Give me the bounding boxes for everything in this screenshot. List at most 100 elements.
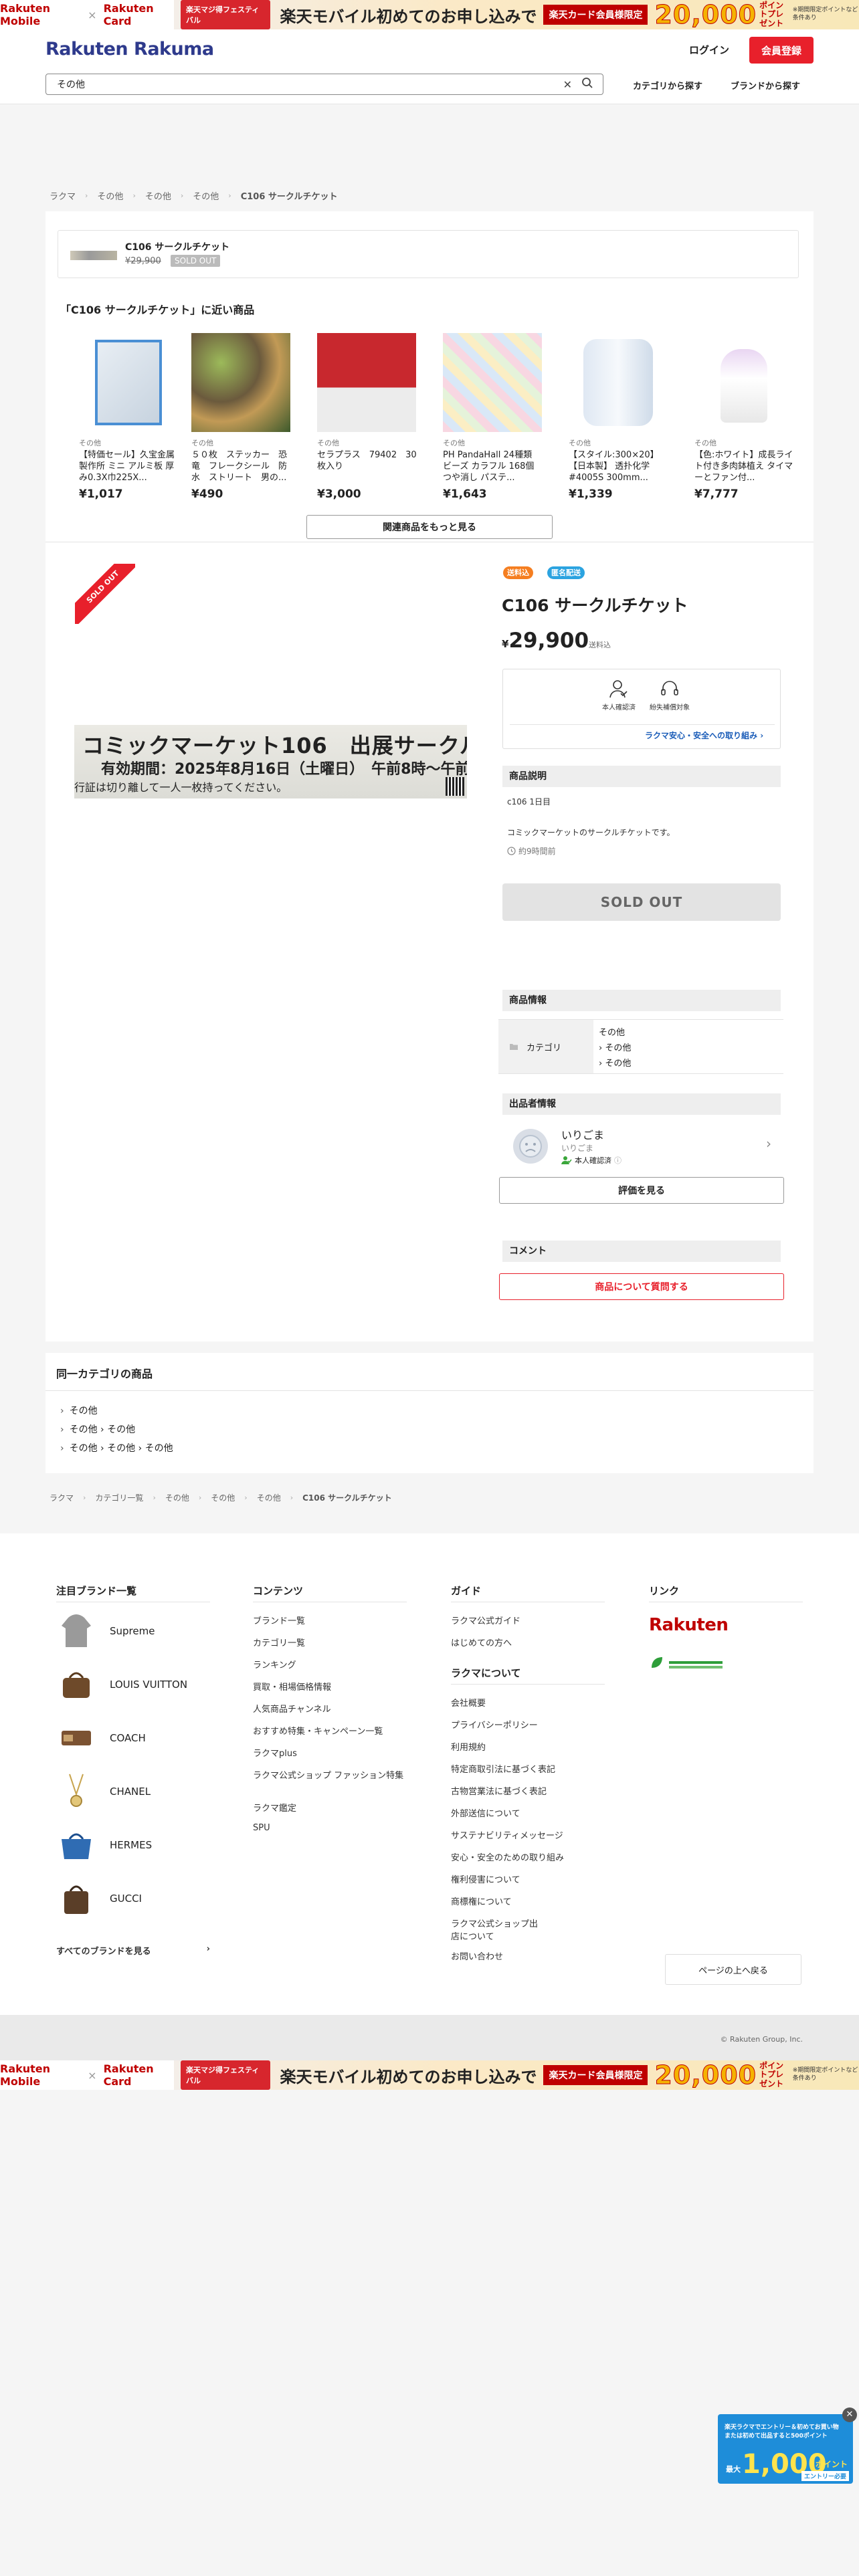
search-icon[interactable]: [581, 77, 593, 92]
description-heading: 商品説明: [502, 766, 781, 787]
crumb-item[interactable]: その他: [97, 189, 123, 202]
brand-link-hermes[interactable]: HERMES: [56, 1825, 152, 1865]
brand-name: LOUIS VUITTON: [110, 1679, 188, 1691]
footer-link[interactable]: おすすめ特集・キャンペーン一覧: [253, 1724, 383, 1737]
related-item[interactable]: その他 【色:ホワイト】成長ライト付き多肉鉢植え タイマーとファン付... ¥7…: [694, 333, 795, 501]
related-item[interactable]: その他 【スタイル:300×20】【日本製】 透扑化学 #4005S 300mm…: [569, 333, 669, 501]
qr-code-icon: [446, 777, 464, 796]
footer-link[interactable]: 安心・安全のための取り組み: [451, 1850, 564, 1863]
crumb-separator: ›: [290, 1493, 294, 1502]
nav-category[interactable]: カテゴリから探す: [633, 79, 702, 92]
same-category-link[interactable]: その他: [60, 1404, 173, 1417]
back-to-top-button[interactable]: ページの上へ戻る: [665, 1954, 801, 1985]
crumb-item[interactable]: その他: [165, 1492, 189, 1503]
clear-icon[interactable]: ✕: [563, 78, 572, 91]
avatar: [513, 1129, 548, 1164]
footer-link[interactable]: ラクマ公式ガイド: [451, 1614, 520, 1626]
brand-link-louis-vuitton[interactable]: LOUIS VUITTON: [56, 1665, 187, 1705]
related-item[interactable]: その他 セラプラス 79402 30枚入り ¥3,000: [317, 333, 417, 501]
info-icon[interactable]: ⓘ: [614, 1155, 622, 1166]
copyright-bar: © Rakuten Group, Inc.: [0, 2015, 859, 2060]
close-icon[interactable]: ✕: [842, 2407, 857, 2422]
mini-product-sold-badge: SOLD OUT: [171, 255, 221, 267]
footer-link[interactable]: はじめての方へ: [451, 1636, 512, 1648]
crumb-rakuma[interactable]: ラクマ: [50, 189, 76, 202]
search-input[interactable]: その他 ✕: [45, 74, 603, 95]
promo-points-unit: ポイントプレゼント: [759, 2061, 784, 2088]
footer-link[interactable]: プライバシーポリシー: [451, 1718, 538, 1731]
sold-out-button[interactable]: SOLD OUT: [502, 883, 781, 921]
crumb-category-list[interactable]: カテゴリ一覧: [95, 1492, 143, 1503]
same-category-link[interactable]: その他 › その他 › その他: [60, 1441, 173, 1455]
same-category-link[interactable]: その他 › その他: [60, 1422, 173, 1436]
crumb-item[interactable]: その他: [211, 1492, 235, 1503]
brand-link-coach[interactable]: COACH: [56, 1718, 146, 1758]
badge-anonymous-shipping: 匿名配送: [547, 566, 585, 579]
footer-links-title: リンク: [649, 1585, 680, 1597]
footer-link[interactable]: お問い合わせ: [451, 1949, 503, 1962]
more-related-button[interactable]: 関連商品をもっと見る: [306, 515, 553, 539]
footer-link[interactable]: 買取・相場価格情報: [253, 1680, 331, 1693]
rakuten-logo-link[interactable]: Rakuten: [649, 1615, 729, 1635]
floating-ad[interactable]: ✕ 楽天ラクマでエントリー＆初めてお買い物 または初めて出品すると500ポイント…: [718, 2407, 857, 2484]
id-verified-label: 本人確認済: [602, 704, 636, 712]
footer-link[interactable]: カテゴリ一覧: [253, 1636, 305, 1648]
brand-link-chanel[interactable]: CHANEL: [56, 1772, 151, 1812]
nav-brand[interactable]: ブランドから探す: [731, 79, 800, 92]
footer-link[interactable]: 特定商取引法に基づく表記: [451, 1762, 555, 1775]
related-item-image: [191, 333, 290, 432]
footer-link[interactable]: SPU: [253, 1823, 270, 1833]
footer-link[interactable]: 外部送信について: [451, 1806, 520, 1819]
safety-link[interactable]: ラクマ安心・安全への取り組み ›: [645, 730, 763, 741]
register-button[interactable]: 会員登録: [749, 37, 814, 64]
rakuma-logo[interactable]: Rakuten Rakuma: [45, 39, 214, 60]
brand-name: HERMES: [110, 1839, 153, 1851]
category-link[interactable]: › その他: [599, 1041, 631, 1056]
related-item[interactable]: その他 PH PandaHall 24種類 ビーズ カラフル 168個 つや消し…: [443, 333, 543, 501]
seller-card[interactable]: いりごま いりごま 本人確認済 ⓘ ›: [502, 1123, 781, 1170]
footer-link[interactable]: 商標権について: [451, 1895, 512, 1907]
footer-link[interactable]: ラクマ公式ショップ ファッション特集: [253, 1768, 413, 1781]
footer-link[interactable]: 会社概要: [451, 1696, 486, 1709]
promo-banner-top[interactable]: Rakuten Mobile × Rakuten Card 楽天マジ得フェスティ…: [0, 0, 859, 29]
crumb-item[interactable]: その他: [257, 1492, 281, 1503]
login-link[interactable]: ログイン: [689, 43, 729, 57]
clock-icon: [507, 847, 516, 855]
brand-link-gucci[interactable]: GUCCI: [56, 1879, 142, 1919]
sold-out-ribbon-text: SOLD OUT: [75, 564, 135, 624]
footer-link[interactable]: ランキング: [253, 1658, 296, 1671]
crumb-item[interactable]: その他: [193, 189, 219, 202]
promo-card-tag: 楽天カード会員様限定: [543, 5, 648, 25]
footer-link[interactable]: ブランド一覧: [253, 1614, 305, 1626]
brand-link-supreme[interactable]: Supreme: [56, 1611, 155, 1651]
category-link[interactable]: › その他: [599, 1056, 631, 1071]
breadcrumb-bottom: ラクマ › カテゴリ一覧 › その他 › その他 › その他 › C106 サークルチケッ…: [50, 1492, 392, 1503]
footer-link[interactable]: 権利侵害について: [451, 1872, 520, 1885]
footer-link[interactable]: サステナビリティメッセージ: [451, 1828, 563, 1841]
ask-question-button[interactable]: 商品について質問する: [499, 1273, 784, 1300]
footer-link[interactable]: ラクマplus: [253, 1746, 297, 1759]
footer-link[interactable]: 人気商品チャンネル: [253, 1702, 331, 1715]
mini-product-title: C106 サークルチケット: [125, 242, 229, 253]
related-item-category: その他: [191, 439, 213, 447]
promo-banner-bottom[interactable]: Rakuten Mobile × Rakuten Card 楽天マジ得フェスティ…: [0, 2060, 859, 2090]
related-item[interactable]: その他 【特価セール】久宝金属製作所 ミニ アルミ板 厚み0.3X巾225X..…: [79, 333, 179, 501]
category-link[interactable]: その他: [599, 1025, 631, 1041]
view-reviews-button[interactable]: 評価を見る: [499, 1177, 784, 1204]
seller-sub: いりごま: [561, 1144, 594, 1153]
mini-product-card[interactable]: C106 サークルチケット ¥29,900 SOLD OUT: [58, 230, 799, 278]
footer-link[interactable]: ラクマ鑑定: [253, 1801, 296, 1814]
crumb-item[interactable]: その他: [145, 189, 171, 202]
price-value: 29,900: [508, 629, 589, 653]
footer-link[interactable]: 利用規約: [451, 1740, 486, 1753]
footer-link[interactable]: ラクマ公式ショップ出店について: [451, 1917, 545, 1942]
product-image[interactable]: コミックマーケット106 出展サークル専用通行証 有効期間：2025年8月16日…: [74, 725, 467, 798]
all-brands-text: すべてのブランドを見る: [56, 1947, 151, 1957]
divider: [451, 1684, 605, 1685]
sustainability-logo-link[interactable]: [649, 1652, 729, 1673]
related-item[interactable]: その他 ５０枚 ステッカー 恐竜 フレークシール 防水 ストリート 男の... …: [191, 333, 292, 501]
all-brands-link[interactable]: すべてのブランドを見る ›: [56, 1944, 210, 1957]
crumb-rakuma[interactable]: ラクマ: [50, 1492, 74, 1503]
float-ad-text: 楽天ラクマでエントリー＆初めてお買い物 または初めて出品すると500ポイント: [725, 2424, 839, 2441]
footer-link[interactable]: 古物営業法に基づく表記: [451, 1784, 547, 1797]
